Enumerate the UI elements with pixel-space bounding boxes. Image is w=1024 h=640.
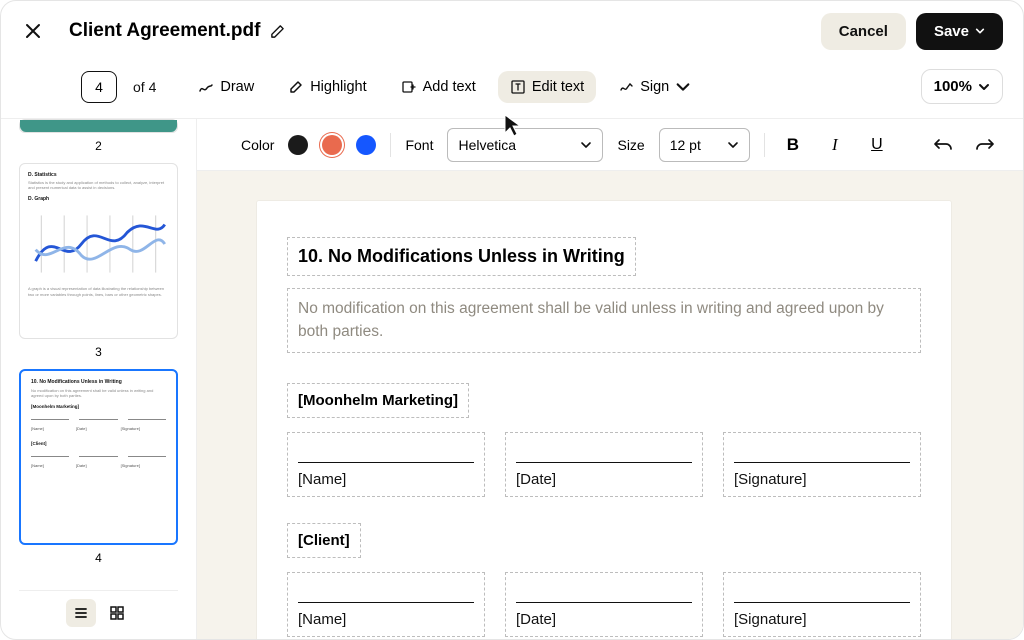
italic-button[interactable]: I <box>821 131 849 159</box>
add-text-tool[interactable]: Add text <box>389 71 488 103</box>
redo-icon <box>975 137 995 153</box>
sign-icon <box>618 79 634 95</box>
thumb-label-2: 2 <box>19 139 178 153</box>
section-title[interactable]: 10. No Modifications Unless in Writing <box>287 237 636 276</box>
page-thumbnail-2[interactable] <box>19 119 178 133</box>
save-button[interactable]: Save <box>916 13 1003 50</box>
thumbnail-sidebar: 2 D. Statistics Statistics is the study … <box>1 119 197 640</box>
color-swatch-orange[interactable] <box>322 135 342 155</box>
add-text-icon <box>401 79 417 95</box>
cancel-button[interactable]: Cancel <box>821 13 906 50</box>
signature-field[interactable]: [Signature] <box>723 432 921 497</box>
highlight-icon <box>288 79 304 95</box>
size-select[interactable]: 12 pt <box>659 128 750 162</box>
size-label: Size <box>617 137 644 153</box>
signature-field[interactable]: [Signature] <box>723 572 921 637</box>
pencil-icon <box>270 24 285 39</box>
font-label: Font <box>405 137 433 153</box>
page-number-input[interactable]: 4 <box>81 71 117 103</box>
section-body[interactable]: No modification on this agreement shall … <box>287 288 921 353</box>
underline-button[interactable]: U <box>863 131 891 159</box>
draw-tool[interactable]: Draw <box>186 71 266 103</box>
sign-tool[interactable]: Sign <box>606 71 703 103</box>
party-1-label[interactable]: [Moonhelm Marketing] <box>287 383 469 418</box>
name-field[interactable]: [Name] <box>287 572 485 637</box>
save-label: Save <box>934 23 969 40</box>
chevron-down-icon <box>675 79 691 95</box>
undo-icon <box>933 137 953 153</box>
color-label: Color <box>241 137 274 153</box>
color-swatch-blue[interactable] <box>356 135 376 155</box>
close-icon <box>25 23 41 39</box>
close-button[interactable] <box>21 19 45 43</box>
chevron-down-icon <box>580 139 592 151</box>
document-page[interactable]: 10. No Modifications Unless in Writing N… <box>257 201 951 640</box>
view-grid-button[interactable] <box>102 599 132 627</box>
document-title: Client Agreement.pdf <box>69 20 260 42</box>
party-2-label[interactable]: [Client] <box>287 523 361 558</box>
undo-button[interactable] <box>929 131 957 159</box>
bold-button[interactable]: B <box>779 131 807 159</box>
color-swatch-black[interactable] <box>288 135 308 155</box>
redo-button[interactable] <box>971 131 999 159</box>
highlight-tool[interactable]: Highlight <box>276 71 378 103</box>
chart-thumbnail-icon <box>28 204 169 284</box>
page-thumbnail-3[interactable]: D. Statistics Statistics is the study an… <box>19 163 178 339</box>
chevron-down-icon <box>975 26 985 36</box>
chevron-down-icon <box>978 81 990 93</box>
list-icon <box>73 605 89 621</box>
page-count: of 4 <box>133 79 156 95</box>
grid-icon <box>109 605 125 621</box>
name-field[interactable]: [Name] <box>287 432 485 497</box>
date-field[interactable]: [Date] <box>505 432 703 497</box>
edit-text-tool[interactable]: Edit text <box>498 71 596 103</box>
view-list-button[interactable] <box>66 599 96 627</box>
zoom-select[interactable]: 100% <box>921 69 1003 104</box>
rename-button[interactable] <box>270 24 285 39</box>
font-select[interactable]: Helvetica <box>447 128 603 162</box>
thumb-label-3: 3 <box>19 345 178 359</box>
page-thumbnail-4[interactable]: 10. No Modifications Unless in Writing N… <box>19 369 178 545</box>
edit-text-icon <box>510 79 526 95</box>
chevron-down-icon <box>727 139 739 151</box>
date-field[interactable]: [Date] <box>505 572 703 637</box>
draw-icon <box>198 79 214 95</box>
thumb-label-4: 4 <box>19 551 178 565</box>
